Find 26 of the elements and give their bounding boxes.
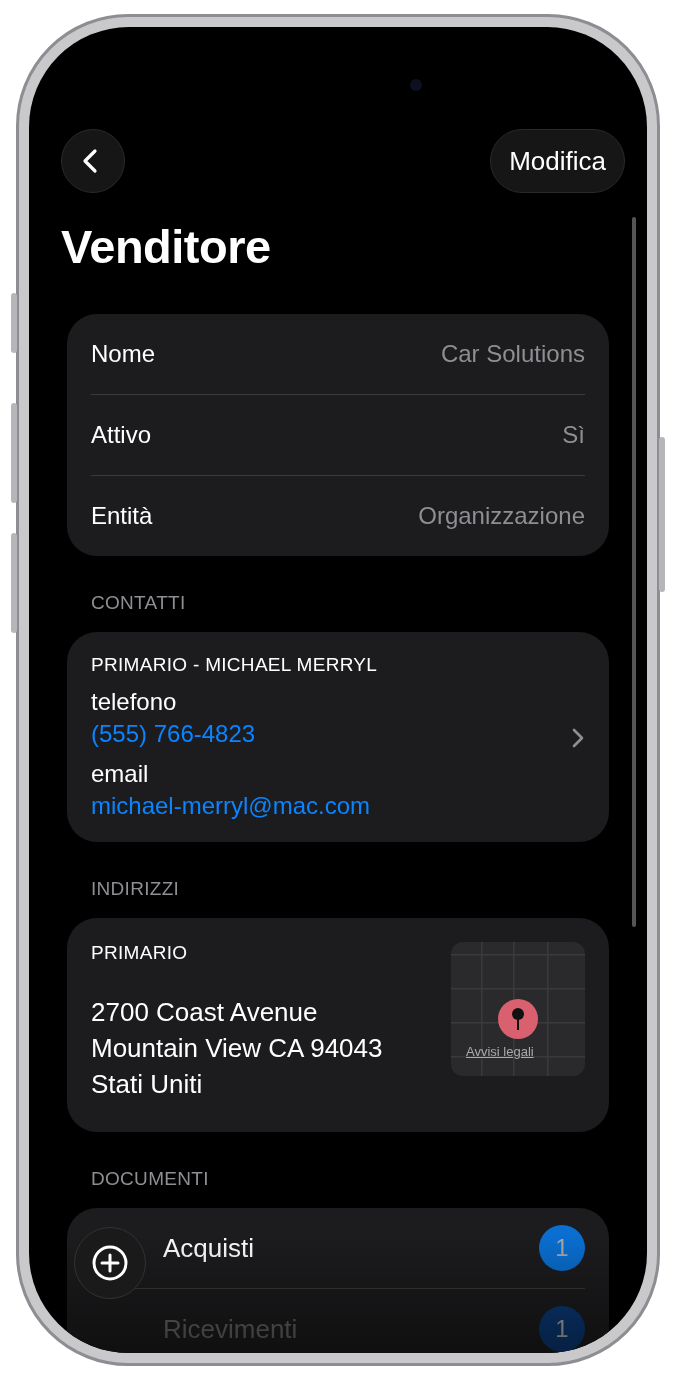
count-badge: 1 xyxy=(539,1225,585,1271)
section-header: INDIRIZZI xyxy=(91,878,181,900)
email-label: email xyxy=(91,759,150,789)
phone-link[interactable]: (555) 766-4823 xyxy=(91,718,378,750)
plus-circle-icon xyxy=(91,1244,129,1282)
field-value: Sì xyxy=(562,421,585,449)
field-label: Attivo xyxy=(91,421,152,449)
chevron-icon xyxy=(571,727,585,749)
field-value: Car Solutions xyxy=(440,340,585,368)
count-badge: 1 xyxy=(539,1306,585,1352)
field-label: Entità xyxy=(91,502,153,530)
field-label: Nome xyxy=(91,340,156,368)
section-header: CONTATTI xyxy=(91,592,187,614)
page-title: Venditore xyxy=(61,219,272,274)
contact-title: PRIMARIO - MICHAEL MERRYL xyxy=(91,654,378,676)
email-link[interactable]: michael-merryl@mac.com xyxy=(91,790,378,822)
legal-link[interactable]: Avvisi legali xyxy=(466,1044,534,1059)
field-value: Organizzazione xyxy=(418,502,585,530)
edit-button[interactable]: Modifica xyxy=(490,129,625,193)
camera-icon xyxy=(410,79,422,91)
address-text: 2700 Coast Avenue Mountain View CA 94043 Stati Uniti xyxy=(91,996,383,1101)
contact-card[interactable]: PRIMARIO - MICHAEL MERRYL telefono (555) 766-4823 email michael-merryl@mac.com xyxy=(67,632,609,842)
address-title: PRIMARIO xyxy=(91,942,189,964)
document-label: Acquisti xyxy=(163,1232,255,1264)
section-header: DOCUMENTI xyxy=(91,1168,210,1190)
phone-label: telefono xyxy=(91,687,178,717)
